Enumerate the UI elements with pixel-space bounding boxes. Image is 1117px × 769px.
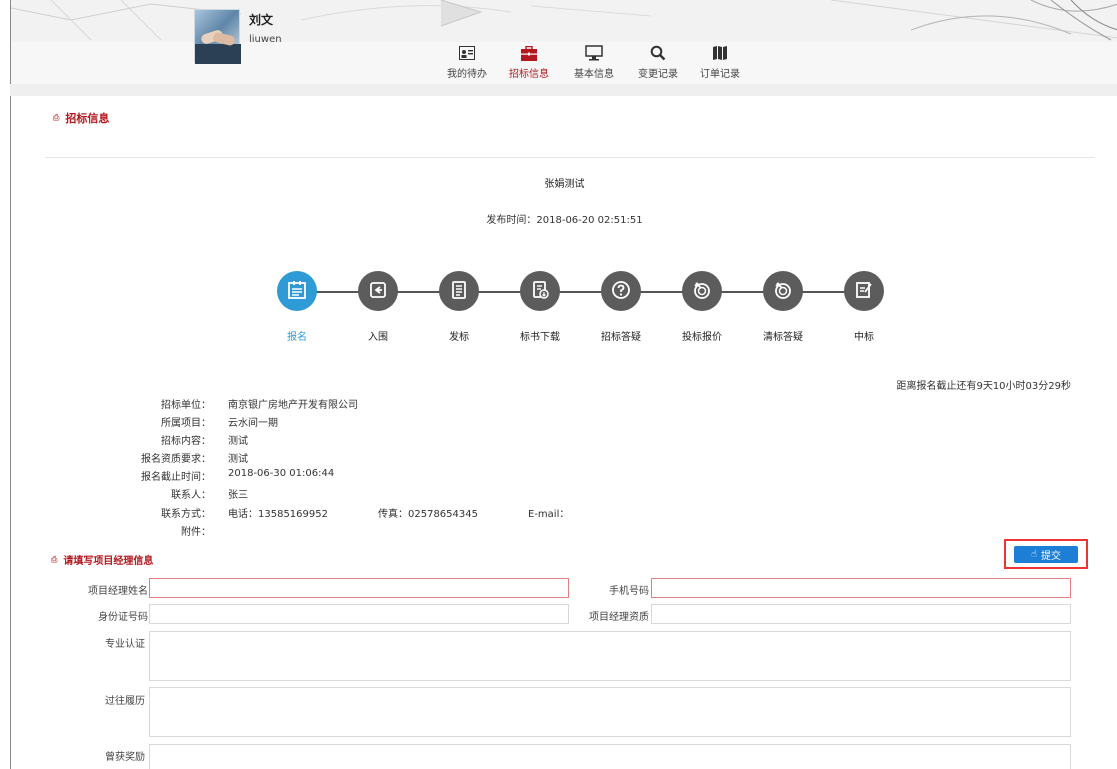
awards-label: 曾获奖励 [105,752,145,763]
header-strip [10,84,1117,96]
step-award[interactable]: 中标 [824,271,904,343]
section-title: ⎙ 招标信息 [53,110,109,126]
registration-countdown: 距离报名截止还有9天10小时03分29秒 [896,381,1071,392]
nav-change-log[interactable]: 变更记录 [628,44,688,80]
login-icon [368,280,388,303]
mobile-label: 手机号码 [609,586,649,597]
detail-value: 南京银广房地产开发有限公司 [228,400,358,411]
submit-highlight: ☝ 提交 [1004,539,1088,569]
fax-value: 传真：02578654345 [378,509,478,520]
timer-icon [692,280,712,303]
detail-label: 报名资质要求： [141,454,211,465]
document-icon [449,280,469,303]
step-shortlist[interactable]: 入围 [338,271,418,343]
user-name: 刘文 [249,13,274,27]
detail-value: 测试 [228,454,248,465]
phone-value: 电话：13585169952 [228,509,328,520]
detail-qualification: 报名资质要求： 测试 [11,450,571,465]
contact-card-icon [459,44,475,62]
avatar[interactable] [194,9,241,64]
detail-deadline: 报名截止时间： 2018-06-30 01:06:44 [11,468,571,483]
step-bid-quote[interactable]: 投标报价 [662,271,742,343]
pm-qualification-input[interactable] [651,604,1071,624]
detail-label: 所属项目： [161,418,211,429]
step-label: 招标答疑 [601,332,641,343]
briefcase-icon [521,44,537,62]
certification-textarea[interactable] [149,631,1071,681]
detail-value: 云水间一期 [228,418,278,429]
publish-time: 发布时间：2018-06-20 02:51:51 [486,215,643,226]
pm-name-input[interactable] [149,578,569,598]
step-issue[interactable]: 发标 [419,271,499,343]
certification-label: 专业认证 [105,639,145,650]
history-label: 过往履历 [105,696,145,707]
id-number-input[interactable] [149,604,569,624]
timer-icon [773,280,793,303]
step-register[interactable]: 报名 [257,271,337,343]
map-icon [712,44,728,62]
awards-textarea[interactable] [149,744,1071,769]
main-content: ⎙ 招标信息 张娟测试 发布时间：2018-06-20 02:51:51 报名 … [10,96,1117,769]
step-clarification-qa[interactable]: 清标答疑 [743,271,823,343]
detail-label: 招标单位： [161,400,211,411]
step-tender-qa[interactable]: 招标答疑 [581,271,661,343]
nav-tender-info[interactable]: 招标信息 [499,44,559,80]
detail-label: 招标内容： [161,436,211,447]
detail-project: 所属项目： 云水间一期 [11,414,571,429]
email-value: E-mail： [528,509,570,520]
edit-icon [854,280,874,303]
user-login: liuwen [249,34,282,45]
form-icon [287,280,307,303]
detail-attachment: 附件： [11,523,571,538]
step-label: 中标 [854,332,874,343]
pm-section-title-text: 请填写项目经理信息 [63,556,154,567]
nav-label: 变更记录 [638,69,678,80]
nav-label: 招标信息 [509,69,549,80]
detail-label: 联系方式： [161,509,211,520]
detail-label: 报名截止时间： [141,472,211,483]
section-title-text: 招标信息 [65,112,110,125]
section-divider [45,157,1095,158]
detail-content: 招标内容： 测试 [11,432,571,447]
tender-title: 张娟测试 [544,179,585,190]
detail-value: 张三 [228,490,248,501]
top-header: 刘文 liuwen 我的待办 招标信息 基本信息 变更记录 订单记录 [10,0,1117,84]
hand-icon: ☝ [1030,549,1038,560]
monitor-icon [585,44,603,62]
step-bid-download[interactable]: 标书下载 [500,271,580,343]
nav-label: 订单记录 [700,69,740,80]
detail-contact-method: 联系方式： 电话：13585169952 传真：02578654345 E-ma… [11,505,571,520]
detail-value: 测试 [228,436,248,447]
id-number-label: 身份证号码 [98,612,148,623]
nav-my-todo[interactable]: 我的待办 [437,44,497,80]
step-label: 投标报价 [682,332,722,343]
nav-label: 我的待办 [447,69,487,80]
nav-basic-info[interactable]: 基本信息 [564,44,624,80]
step-label: 入围 [368,332,388,343]
mobile-input[interactable] [651,578,1071,598]
pm-name-label: 项目经理姓名 [88,586,148,597]
pm-qualification-label: 项目经理资质 [589,612,649,623]
detail-value: 2018-06-30 01:06:44 [228,468,335,479]
detail-unit: 招标单位： 南京银广房地产开发有限公司 [11,396,571,411]
search-icon [650,44,666,62]
detail-label: 附件： [181,527,211,538]
step-label: 报名 [287,332,307,343]
step-label: 标书下载 [520,332,560,343]
submit-button[interactable]: ☝ 提交 [1014,546,1078,563]
download-doc-icon [530,280,550,303]
nav-order-log[interactable]: 订单记录 [690,44,750,80]
detail-label: 联系人： [171,490,211,501]
header-background-decoration [11,0,1117,42]
nav-label: 基本信息 [574,69,614,80]
step-label: 清标答疑 [763,332,803,343]
pm-section-title: ⎙ 请填写项目经理信息 [51,552,154,568]
submit-label: 提交 [1041,551,1062,562]
pin-icon: ⎙ [51,554,58,564]
question-icon [611,280,631,303]
history-textarea[interactable] [149,687,1071,737]
step-label: 发标 [449,332,469,343]
pin-icon: ⎙ [53,113,60,122]
detail-contact: 联系人： 张三 [11,486,571,501]
